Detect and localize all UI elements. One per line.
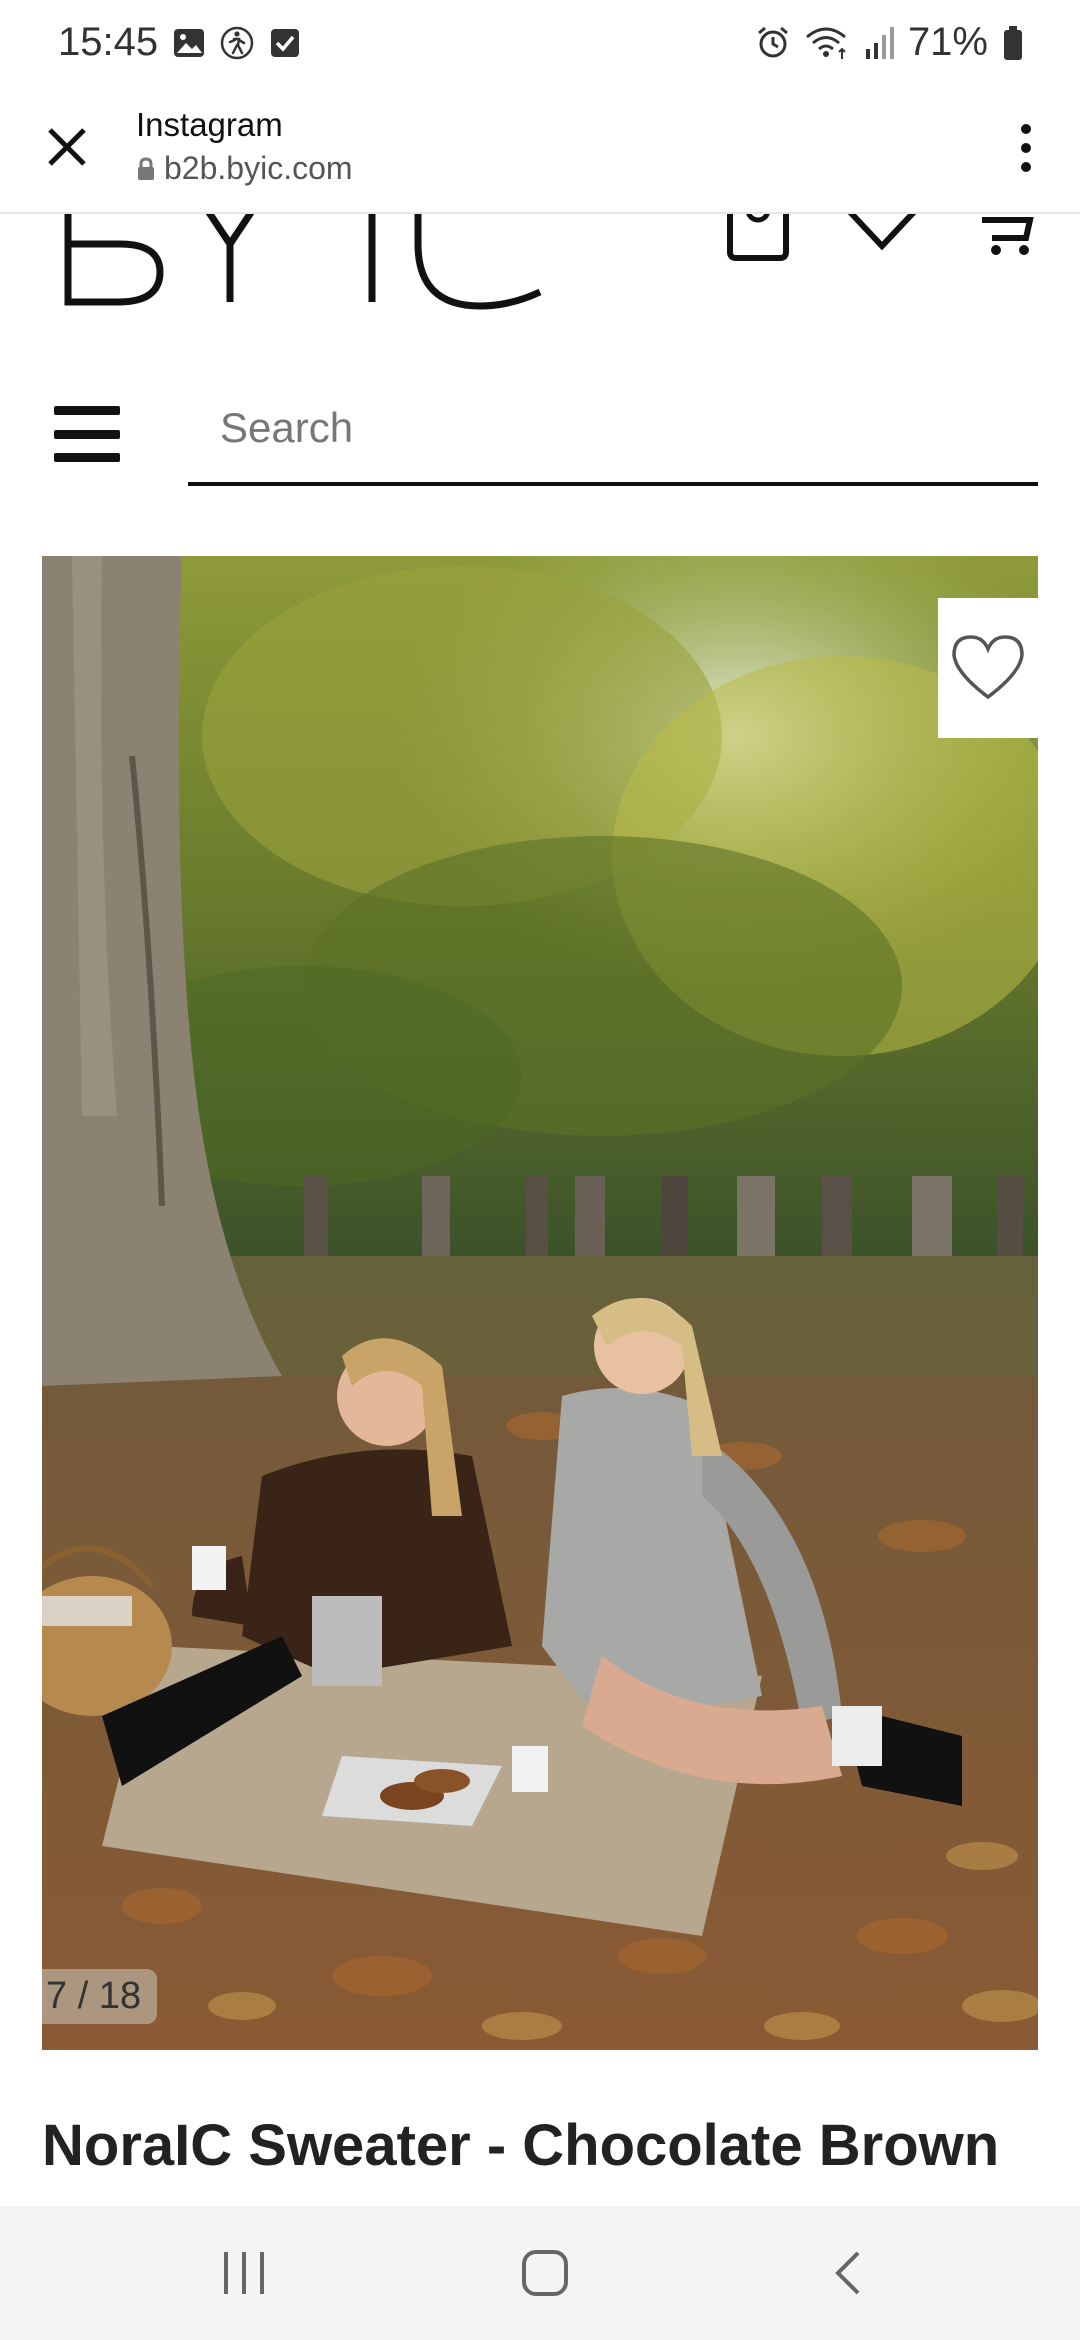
hamburger-menu-button[interactable] — [54, 406, 120, 462]
status-left-icons — [172, 26, 302, 60]
image-counter: 7 / 18 — [42, 1969, 158, 2024]
browser-url[interactable]: b2b.byic.com — [136, 150, 353, 187]
wifi-icon — [805, 27, 846, 59]
product-photo — [42, 556, 1038, 2050]
heart-icon — [952, 635, 1024, 700]
home-button[interactable] — [505, 2240, 585, 2306]
accessibility-icon — [220, 26, 254, 60]
close-button[interactable] — [36, 116, 98, 178]
browser-title: Instagram — [136, 106, 283, 143]
more-vert-icon — [1021, 124, 1031, 134]
byic-logo[interactable] — [60, 214, 580, 314]
site-header — [0, 214, 1080, 534]
status-time: 15:45 — [58, 20, 159, 64]
battery-percent: 71% — [907, 20, 988, 64]
check-box-icon — [271, 29, 299, 57]
search-input[interactable] — [188, 374, 1038, 486]
recents-icon — [224, 2252, 264, 2294]
system-nav-bar — [0, 2206, 1080, 2340]
url-text: b2b.byic.com — [164, 150, 353, 186]
back-button[interactable] — [808, 2240, 888, 2306]
recents-button[interactable] — [204, 2240, 284, 2306]
product-title: NoraIC Sweater - Chocolate Brown — [42, 2113, 1000, 2178]
lock-icon — [138, 156, 154, 180]
signal-icon — [865, 26, 894, 59]
close-icon — [48, 128, 86, 166]
browser-bar: Instagram b2b.byic.com — [0, 92, 1080, 214]
menu-icon — [54, 406, 120, 415]
back-icon — [835, 2251, 860, 2295]
battery-icon — [1004, 25, 1022, 60]
wishlist-icon[interactable] — [846, 214, 918, 262]
alarm-icon — [757, 26, 788, 57]
cart-icon[interactable] — [980, 214, 1036, 262]
home-icon — [522, 2250, 568, 2296]
gallery-icon — [174, 29, 204, 57]
wishlist-button[interactable] — [938, 598, 1038, 738]
status-bar: 15:45 71% — [0, 0, 1080, 92]
product-image[interactable]: 7 / 18 — [42, 556, 1038, 2050]
account-icon[interactable] — [726, 214, 790, 262]
status-right: 71% — [756, 20, 1024, 65]
more-options-button[interactable] — [1000, 118, 1052, 178]
